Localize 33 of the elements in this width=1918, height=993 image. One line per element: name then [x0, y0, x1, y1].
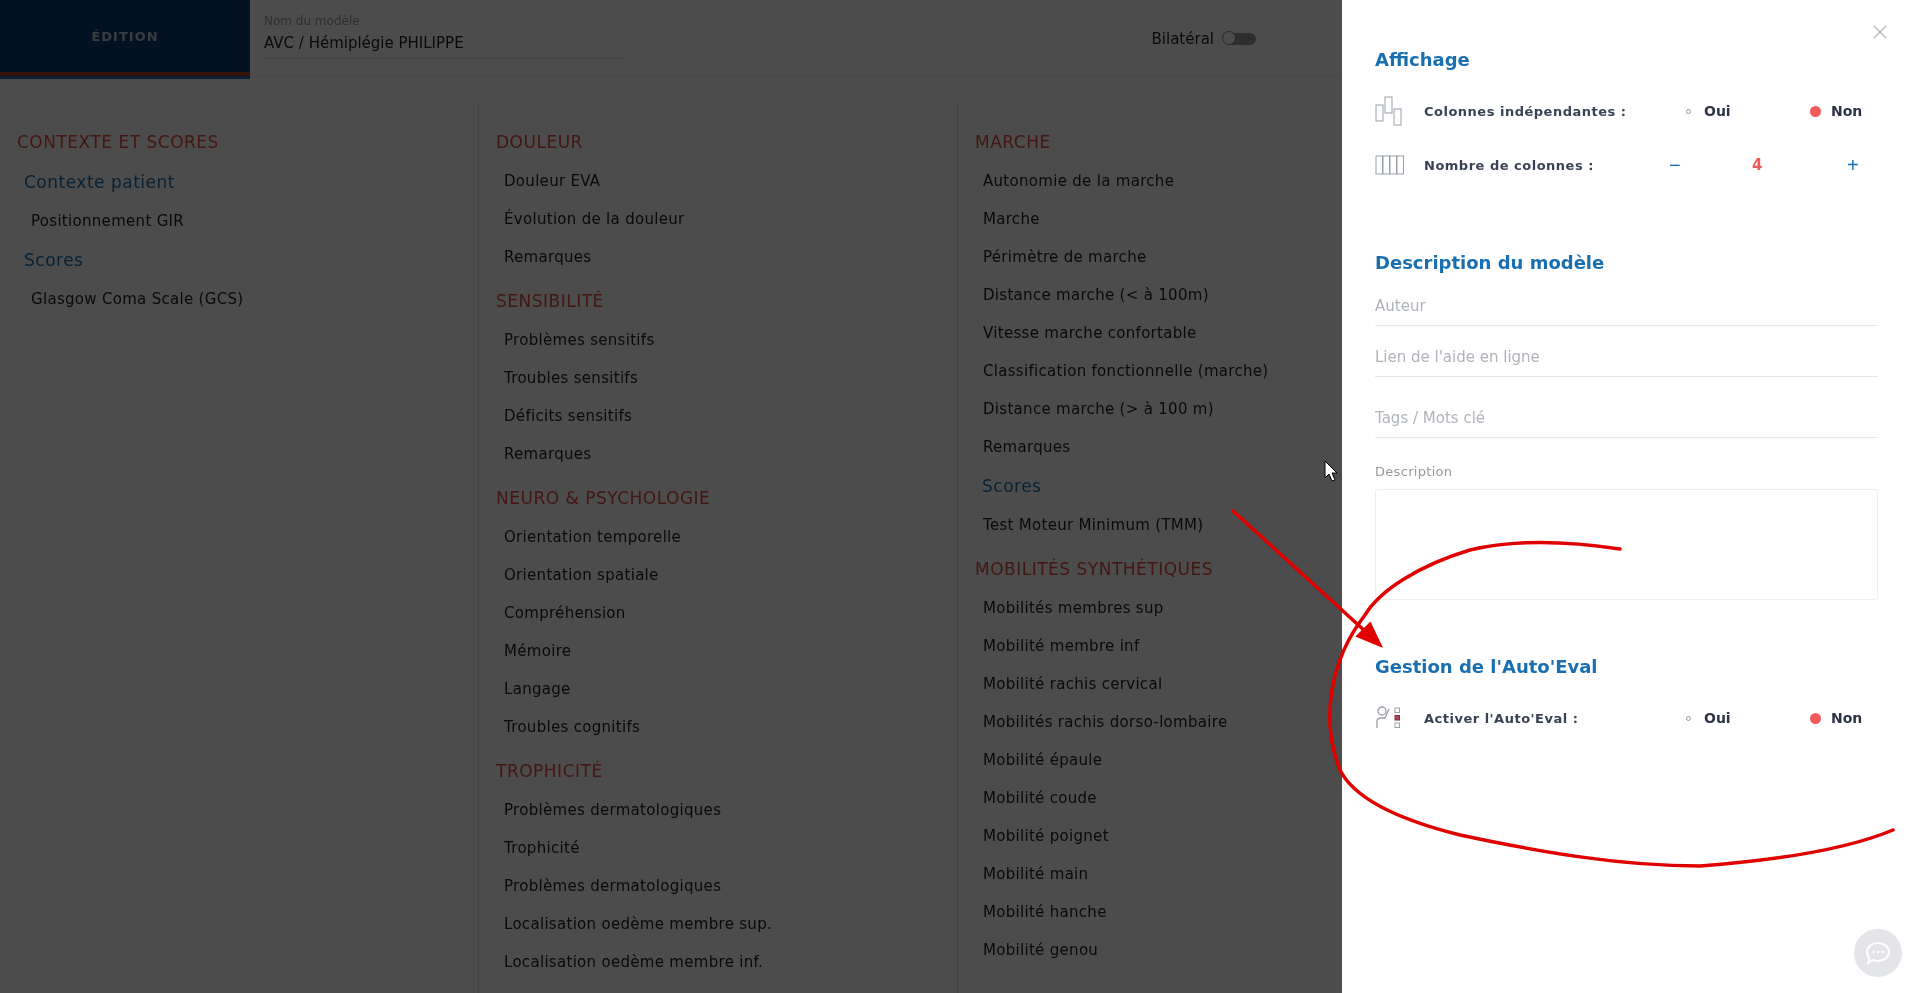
section-title: Gestion de l'Auto'Eval — [1375, 656, 1598, 677]
radio-option[interactable]: Non — [1810, 103, 1863, 119]
description-label: Description — [1375, 464, 1453, 479]
columns-icon — [1375, 96, 1403, 126]
setting-label: Activer l'Auto'Eval : — [1424, 710, 1580, 726]
category-heading: NEURO & PSYCHOLOGIE — [496, 487, 711, 510]
chat-icon — [1865, 941, 1891, 965]
setting-label: Colonnes indépendantes : — [1424, 103, 1628, 119]
person-list-icon — [1375, 706, 1401, 730]
columns-icon — [1375, 155, 1405, 175]
radio-option[interactable]: Non — [1810, 710, 1863, 726]
setting-label: Nombre de colonnes : — [1424, 157, 1595, 173]
group-heading: Scores — [981, 475, 1042, 498]
radio-option[interactable]: Oui — [1683, 710, 1731, 726]
category-heading: MARCHE — [975, 131, 1051, 154]
category-heading: TROPHICITÉ — [496, 759, 603, 783]
decrement-button[interactable]: − — [1663, 153, 1687, 177]
column-count: 4 — [1752, 156, 1764, 174]
category-heading: DOULEUR — [496, 131, 583, 154]
cursor-icon — [1324, 460, 1338, 482]
section-title: Description du modèle — [1375, 252, 1605, 273]
category-heading: SENSIBILITÉ — [496, 289, 604, 313]
description-field[interactable] — [1375, 489, 1878, 600]
radio-option[interactable]: Oui — [1683, 103, 1731, 119]
group-heading: Contexte patient — [23, 171, 175, 194]
close-icon[interactable] — [1873, 25, 1887, 39]
category-heading: MOBILITÉS SYNTHÉTIQUES — [975, 557, 1214, 581]
category-heading: CONTEXTE ET SCORES — [17, 131, 219, 154]
section-title: Affichage — [1375, 49, 1470, 70]
chat-button[interactable] — [1854, 929, 1902, 977]
group-heading: Scores — [23, 249, 84, 272]
increment-button[interactable]: + — [1841, 153, 1865, 177]
bilateral-label: Bilatéral — [1151, 30, 1214, 48]
